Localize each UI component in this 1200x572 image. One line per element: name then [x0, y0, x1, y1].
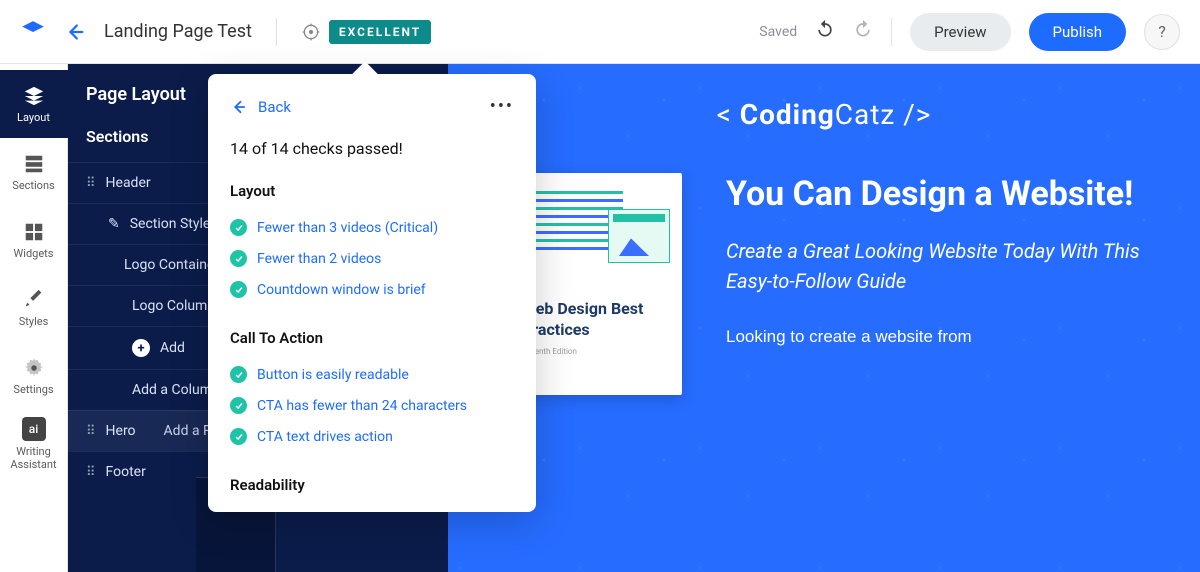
workspace: Layout Sections Widgets Styles Settings …	[0, 64, 1200, 572]
insights-header: Back •••	[230, 96, 514, 117]
audit-badge[interactable]: EXCELLENT	[301, 20, 431, 44]
grip-icon: ⠿	[86, 424, 96, 439]
brand-heading: < CodingCatz />	[486, 98, 1162, 131]
insights-group-title: Layout	[230, 182, 514, 200]
check-icon	[230, 281, 247, 298]
check-icon	[230, 397, 247, 414]
insights-item-label: CTA has fewer than 24 characters	[257, 398, 467, 414]
check-icon	[230, 250, 247, 267]
insights-item-label: Countdown window is brief	[257, 282, 426, 298]
insights-summary: 14 of 14 checks passed!	[230, 139, 514, 158]
rail-item-layout[interactable]: Layout	[0, 70, 68, 138]
rail-label: Writing Assistant	[0, 445, 68, 471]
book-title: Web Design Best Practices	[522, 299, 666, 341]
insights-group-title: Readability	[230, 476, 514, 494]
tree-row-label: Logo Column	[132, 298, 215, 314]
tree-row-label: Logo Container	[124, 257, 219, 273]
rail-item-writing-assistant[interactable]: ai Writing Assistant	[0, 410, 68, 478]
insights-item[interactable]: CTA has fewer than 24 characters	[230, 390, 514, 421]
check-icon	[230, 366, 247, 383]
app-logo-icon	[20, 19, 46, 45]
grip-icon: ⠿	[86, 176, 96, 191]
insights-item[interactable]: CTA text drives action	[230, 421, 514, 452]
insights-item-label: Fewer than 2 videos	[257, 251, 381, 267]
preview-button[interactable]: Preview	[910, 13, 1010, 51]
hero-body: Looking to create a website from	[726, 324, 1162, 350]
saved-status: Saved	[759, 24, 797, 40]
topbar-right: Saved Preview Publish ?	[759, 13, 1180, 51]
tree-title-text: Page Layout	[86, 84, 186, 105]
insights-item[interactable]: Fewer than 3 videos (Critical)	[230, 212, 514, 243]
topbar: Landing Page Test EXCELLENT Saved Previe…	[0, 0, 1200, 64]
widgets-icon	[23, 221, 45, 243]
rail-label: Widgets	[14, 247, 54, 260]
layers-icon	[23, 85, 45, 107]
check-icon	[230, 219, 247, 236]
book-subtitle: Seventh Edition	[522, 347, 666, 356]
insights-item[interactable]: Fewer than 2 videos	[230, 243, 514, 274]
back-arrow-icon[interactable]	[64, 21, 86, 43]
redo-icon[interactable]	[853, 19, 873, 44]
canvas[interactable]: < CodingCatz /> Web Design Best Practice…	[448, 64, 1200, 572]
undo-icon[interactable]	[815, 19, 835, 44]
tree-row-label: Header	[106, 175, 151, 191]
book-image-graphic	[608, 209, 670, 263]
grid-icon	[23, 153, 45, 175]
target-icon	[301, 22, 321, 42]
brand-bold: Coding	[740, 98, 835, 131]
ai-icon: ai	[22, 417, 46, 441]
divider	[276, 18, 277, 46]
tree-row-label: Footer	[106, 464, 146, 480]
brand-light: Catz />	[835, 98, 932, 131]
brand-prefix: <	[717, 98, 740, 131]
insights-item-label: CTA text drives action	[257, 429, 393, 445]
rail-label: Settings	[13, 383, 53, 396]
check-icon	[230, 428, 247, 445]
help-button[interactable]: ?	[1144, 14, 1180, 50]
insights-popover: Back ••• 14 of 14 checks passed! Layout …	[208, 74, 536, 512]
rail-label: Styles	[19, 315, 49, 328]
audit-status-label: EXCELLENT	[329, 20, 431, 44]
pencil-icon: ✎	[108, 216, 120, 232]
rail-item-styles[interactable]: Styles	[0, 274, 68, 342]
insights-group-list: Fewer than 3 videos (Critical) Fewer tha…	[230, 212, 514, 305]
tree-row-label: Add	[160, 340, 185, 356]
rail-item-widgets[interactable]: Widgets	[0, 206, 68, 274]
insights-item[interactable]: Button is easily readable	[230, 359, 514, 390]
left-rail: Layout Sections Widgets Styles Settings …	[0, 64, 68, 572]
insights-back-label: Back	[258, 98, 291, 116]
gear-icon	[23, 357, 45, 379]
divider	[891, 18, 892, 46]
more-icon[interactable]: •••	[490, 96, 514, 117]
insights-group-list: Button is easily readable CTA has fewer …	[230, 359, 514, 452]
brush-icon	[23, 289, 45, 311]
tree-row-label: Add a Column	[132, 382, 220, 398]
insights-item[interactable]: Countdown window is brief	[230, 274, 514, 305]
publish-button[interactable]: Publish	[1029, 13, 1126, 51]
rail-item-sections[interactable]: Sections	[0, 138, 68, 206]
page-title[interactable]: Landing Page Test	[104, 21, 252, 42]
canvas-content: < CodingCatz /> Web Design Best Practice…	[448, 64, 1200, 572]
insights-back-button[interactable]: Back	[230, 98, 291, 116]
hero-row: Web Design Best Practices Seventh Editio…	[486, 173, 1162, 395]
insights-item-label: Button is easily readable	[257, 367, 409, 383]
rail-label: Sections	[12, 179, 54, 192]
insights-item-label: Fewer than 3 videos (Critical)	[257, 220, 438, 236]
hero-copy: You Can Design a Website! Create a Great…	[726, 173, 1162, 349]
grip-icon: ⠿	[86, 465, 96, 480]
rail-label: Layout	[17, 111, 50, 124]
hero-subtitle: Create a Great Looking Website Today Wit…	[726, 236, 1162, 296]
tree-row-label: Section Style	[130, 216, 211, 232]
hero-title: You Can Design a Website!	[726, 173, 1162, 216]
insights-group-title: Call To Action	[230, 329, 514, 347]
rail-item-settings[interactable]: Settings	[0, 342, 68, 410]
tree-row-label: Hero	[106, 423, 136, 439]
plus-icon: +	[132, 339, 150, 357]
